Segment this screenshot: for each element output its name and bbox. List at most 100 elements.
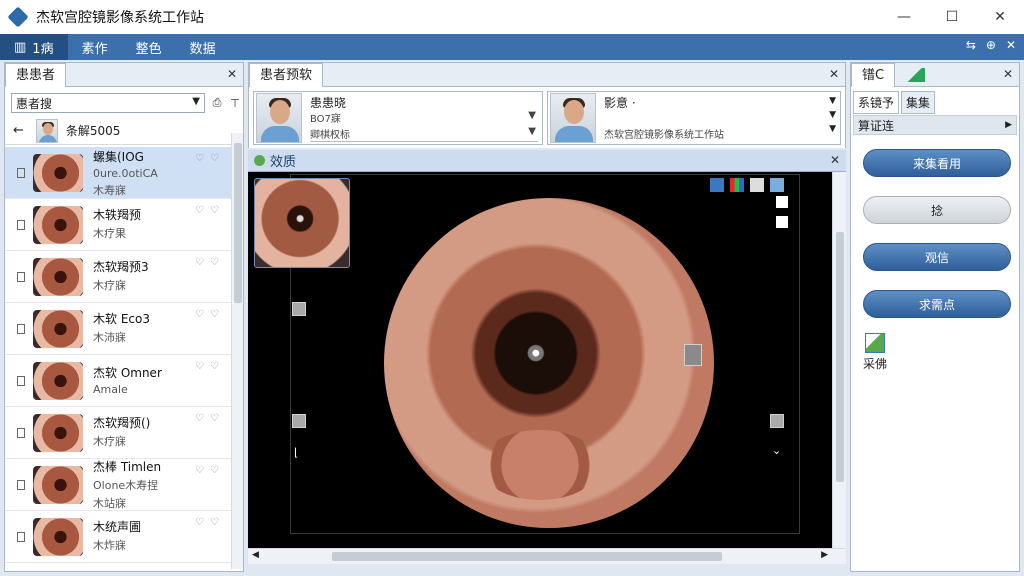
thumbnail-preview[interactable] xyxy=(254,178,350,268)
endoscope-image-detail xyxy=(480,430,600,500)
subtab-bar: 系镜予 集集 xyxy=(853,91,936,114)
minimize-button[interactable]: — xyxy=(880,0,928,34)
list-item[interactable]: 木软 Eco3 木沛寐 ♡♡ xyxy=(5,303,233,355)
chevron-down-icon: ▼ xyxy=(192,96,200,107)
checkbox[interactable] xyxy=(17,427,25,438)
checkbox[interactable] xyxy=(17,323,25,334)
list-item[interactable]: 木统声圃 木炸寐 ♡♡ xyxy=(5,511,233,563)
close-button[interactable]: ✕ xyxy=(976,0,1024,34)
app-title: 杰软宫腔镜影像系统工作站 xyxy=(36,10,204,26)
checkbox[interactable] xyxy=(17,375,25,386)
scroll-left-icon[interactable]: ◀ xyxy=(252,550,259,560)
color-icon[interactable] xyxy=(730,178,744,192)
zoom-icon[interactable] xyxy=(770,178,784,192)
menu-item-3[interactable]: 整色 xyxy=(122,34,176,60)
tab-patients[interactable]: 患患者 xyxy=(5,63,67,87)
viewer-vscroll[interactable] xyxy=(832,172,846,552)
tools-panel: 镨C ✕ 系镜予 集集 算证连 ▶ 来集看用 捻 观信 求需点 采佛 xyxy=(850,62,1020,572)
expand-icon[interactable]: ⌄ xyxy=(772,444,781,457)
favorite-icon[interactable]: ♡♡ xyxy=(195,205,225,216)
list-item[interactable]: 杰软 Omner Amale ♡♡ xyxy=(5,355,233,407)
patient-name: 木软 Eco3 xyxy=(93,312,150,326)
menu-item-2[interactable]: 素作 xyxy=(68,34,122,60)
favorite-icon[interactable]: ♡♡ xyxy=(195,517,225,528)
checkbox[interactable] xyxy=(17,531,25,542)
list-item[interactable]: 杰软羯预3 木疗寐 ♡♡ xyxy=(5,251,233,303)
left-marker[interactable] xyxy=(292,302,306,316)
menu-item-4[interactable]: 数据 xyxy=(176,34,230,60)
favorite-icon[interactable]: ♡♡ xyxy=(195,361,225,372)
checkbox[interactable] xyxy=(17,479,25,490)
crop-icon[interactable] xyxy=(750,178,764,192)
subtab-1[interactable]: 系镜予 xyxy=(853,91,900,114)
maximize-button[interactable]: ☐ xyxy=(928,0,976,34)
tab-tools[interactable]: 镨C xyxy=(851,63,896,87)
favorite-icon[interactable]: ♡♡ xyxy=(195,153,225,164)
card2-subtitle: 杰软宫腔镜影像系统工作站 xyxy=(604,130,724,141)
image-card[interactable]: 影意 · 杰软宫腔镜影像系统工作站 ▼ ▼ ▼ xyxy=(547,91,841,145)
patient-sub-2: 木站寐 xyxy=(93,497,126,510)
patient-name: 螺集(IOG xyxy=(93,149,144,164)
rotate-icon[interactable] xyxy=(776,216,788,228)
patient-sub: Amale xyxy=(93,382,128,396)
share-icon[interactable] xyxy=(710,178,724,192)
viewer-close-icon[interactable]: ✕ xyxy=(830,153,840,167)
scroll-right-icon[interactable]: ▶ xyxy=(821,550,828,560)
patient-panel: 患患者 ✕ 惠者搜 ▼ ⎙ ⊤ ← 条解5005 螺集(IOG 0ure.0otiC… xyxy=(4,62,244,572)
viewer-hscroll[interactable]: ◀ ▶ xyxy=(248,548,846,564)
patient-card[interactable]: 患患晓 BO7寐 ▼ 卿棋权标 ▼ xyxy=(253,91,543,145)
back-arrow-icon[interactable]: ← xyxy=(13,123,24,138)
grey-button[interactable]: 捻 xyxy=(863,196,1011,224)
tools-close-icon[interactable]: ✕ xyxy=(1003,67,1013,81)
patient-sub: 木疗寐 xyxy=(93,435,126,448)
capture-button[interactable]: 来集看用 xyxy=(863,149,1011,177)
pen-icon[interactable] xyxy=(776,196,788,208)
swap-icon[interactable]: ⇆ xyxy=(966,38,976,52)
settings-icon[interactable]: ⊕ xyxy=(986,38,996,52)
list-item[interactable]: 杰软羯预() 木疗寐 ♡♡ xyxy=(5,407,233,459)
right-marker[interactable] xyxy=(770,414,784,428)
preview-close-icon[interactable]: ✕ xyxy=(829,67,839,81)
point-button[interactable]: 求需点 xyxy=(863,290,1011,318)
favorite-icon[interactable]: ♡♡ xyxy=(195,413,225,424)
favorite-icon[interactable]: ♡♡ xyxy=(195,465,225,476)
tab-preview[interactable]: 患者预软 xyxy=(249,63,324,87)
list-item[interactable]: 螺集(IOG 0ure.0otiCA 木寿寐 ♡♡ xyxy=(5,147,233,199)
corner-icon[interactable]: ⌊ xyxy=(294,446,298,459)
list-item[interactable]: 杰棒 Timlen Olone木寿捏 木站寐 ♡♡ xyxy=(5,459,233,511)
section-header[interactable]: 算证连 ▶ xyxy=(853,115,1017,135)
current-patient-row[interactable]: ← 条解5005 xyxy=(5,117,243,145)
patient-name: 木轶羯预 xyxy=(93,208,142,222)
chevron-down-icon: ▼ xyxy=(528,126,536,137)
menu-item-1[interactable]: ▥ 1病 xyxy=(0,34,68,60)
checkbox[interactable] xyxy=(17,167,25,178)
card1-title: 患患晓 xyxy=(310,96,347,110)
checkbox[interactable] xyxy=(17,219,25,230)
tool-item[interactable]: 采佛 xyxy=(863,333,887,372)
image-viewer[interactable]: 效质 ✕ ⌄ ⌊ xyxy=(248,150,846,552)
favorite-icon[interactable]: ♡♡ xyxy=(195,309,225,320)
left-marker-2[interactable] xyxy=(292,414,306,428)
patient-thumbnail xyxy=(33,309,83,348)
view-button[interactable]: 观信 xyxy=(863,243,1011,271)
list-item[interactable]: 木轶羯预 木疗果 ♡♡ xyxy=(5,199,233,251)
menu-close-icon[interactable]: ✕ xyxy=(1006,38,1016,52)
right-handle[interactable] xyxy=(684,344,702,366)
panel-close-icon[interactable]: ✕ xyxy=(227,67,237,81)
patient-thumbnail xyxy=(33,153,83,192)
capture-tool-icon xyxy=(865,333,885,353)
card2-scroll[interactable]: ▼ ▼ ▼ xyxy=(829,94,836,136)
subtab-2[interactable]: 集集 xyxy=(901,91,936,114)
window-controls: — ☐ ✕ xyxy=(880,0,1024,34)
toolbar-icons xyxy=(710,178,784,192)
checkbox[interactable] xyxy=(17,271,25,282)
patient-list-scrollbar[interactable] xyxy=(231,133,243,569)
patient-thumbnail xyxy=(33,257,83,296)
patient-search-select[interactable]: 惠者搜 ▼ xyxy=(11,93,205,113)
filter-icon[interactable]: ⊤ xyxy=(227,95,243,111)
export-icon[interactable]: ⎙ xyxy=(209,95,225,111)
patient-sub-2: 木寿寐 xyxy=(93,183,126,197)
card1-select[interactable]: BO7寐 ▼ xyxy=(310,110,538,126)
card1-field[interactable]: 卿棋权标 ▼ xyxy=(310,126,538,142)
favorite-icon[interactable]: ♡♡ xyxy=(195,257,225,268)
